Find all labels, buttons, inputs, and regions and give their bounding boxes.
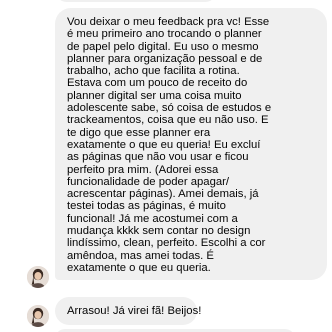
avatar[interactable]: [27, 305, 49, 327]
message-text: Arrasou! Já virei fã! Beijos!: [67, 305, 202, 317]
profile-photo-icon: [27, 305, 49, 327]
profile-photo-icon: [27, 266, 49, 288]
avatar[interactable]: [27, 266, 49, 288]
message-bubble[interactable]: Arrasou! Já virei fã! Beijos!: [55, 297, 202, 325]
previous-message-bubble[interactable]: [55, 0, 217, 2]
message-bubble[interactable]: Vou deixar o meu feedback pra vc! Esse é…: [55, 8, 327, 280]
message-text: Vou deixar o meu feedback pra vc! Esse é…: [67, 16, 272, 274]
